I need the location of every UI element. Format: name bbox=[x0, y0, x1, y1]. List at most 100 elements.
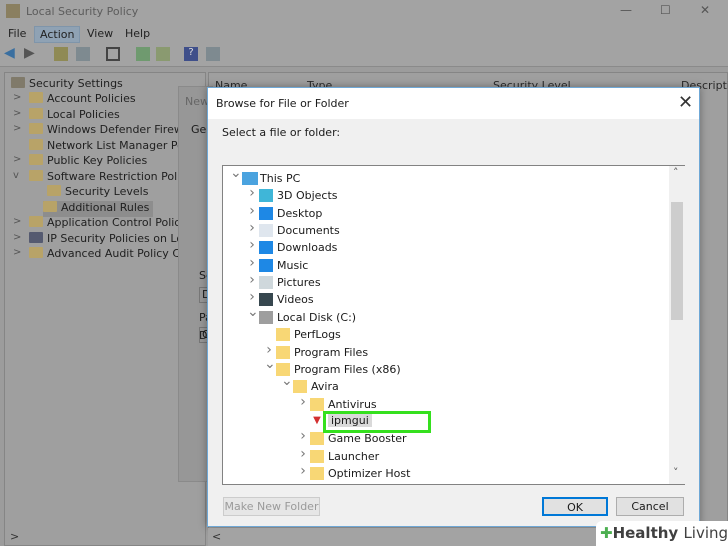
3d-objects-icon bbox=[259, 189, 273, 203]
tree-row[interactable]: › Music bbox=[223, 255, 668, 274]
tree-row[interactable]: ⌄ Local Disk (C:) bbox=[223, 304, 668, 326]
folder-tree[interactable]: ⌄ This PC › 3D Objects › Desktop › Documents › Do… bbox=[222, 165, 685, 485]
tree-item[interactable]: > IP Security Policies on Loca bbox=[9, 232, 196, 248]
tree-row-label: Program Files bbox=[294, 345, 369, 359]
scroll-right-icon[interactable]: > bbox=[10, 530, 19, 543]
tree-row-label: Optimizer Host bbox=[328, 466, 411, 480]
tree-row[interactable]: › Desktop bbox=[223, 203, 668, 222]
chevron-icon[interactable]: > bbox=[13, 92, 21, 103]
folder-icon bbox=[29, 247, 43, 258]
folder-icon bbox=[310, 432, 324, 446]
tree-row[interactable]: ▼ ipmgui bbox=[223, 413, 668, 430]
chevron-icon[interactable]: > bbox=[13, 216, 21, 227]
title-bar: Local Security Policy — ☐ ✕ bbox=[0, 0, 728, 23]
folder-icon bbox=[29, 123, 43, 134]
tree-row-label: Videos bbox=[277, 293, 314, 307]
folder-icon bbox=[29, 216, 43, 227]
chevron-icon[interactable]: v bbox=[13, 170, 19, 181]
window-title: Local Security Policy bbox=[26, 5, 139, 18]
back-icon[interactable]: ◀ bbox=[4, 45, 18, 61]
tree-item[interactable]: Security Levels bbox=[9, 185, 148, 201]
chevron-down-icon[interactable]: ⌄ bbox=[230, 165, 242, 181]
scroll-up-icon[interactable]: ˄ bbox=[673, 166, 679, 179]
tree-row[interactable]: › Antivirus bbox=[223, 394, 668, 413]
tree-row[interactable]: › Videos bbox=[223, 289, 668, 308]
chevron-icon[interactable]: > bbox=[13, 123, 21, 134]
menu-action[interactable]: Action bbox=[34, 26, 81, 43]
folder-icon bbox=[310, 397, 324, 411]
tree-item[interactable]: > Account Policies bbox=[9, 92, 136, 108]
help-icon[interactable]: ? bbox=[184, 47, 198, 61]
refresh-icon[interactable] bbox=[136, 47, 150, 61]
tree-row-label: Documents bbox=[277, 224, 340, 238]
chevron-right-icon[interactable]: › bbox=[298, 463, 308, 479]
tree-row[interactable]: ⌄ This PC bbox=[223, 165, 668, 187]
tree-row[interactable]: › Program Files bbox=[223, 342, 668, 361]
tree-row[interactable]: › Documents bbox=[223, 220, 668, 239]
make-new-folder-button: Make New Folder bbox=[223, 497, 320, 516]
menu-file[interactable]: File bbox=[3, 26, 31, 41]
scroll-down-icon[interactable]: ˅ bbox=[673, 466, 679, 479]
toolbar: ◀ ▶ ? bbox=[0, 43, 728, 67]
tree-row[interactable]: › Launcher bbox=[223, 446, 668, 465]
scrollbar-thumb[interactable] bbox=[671, 202, 683, 320]
chevron-right-icon[interactable]: › bbox=[247, 220, 257, 236]
chevron-right-icon[interactable]: › bbox=[247, 203, 257, 219]
show-hide-tree-icon[interactable] bbox=[76, 47, 90, 61]
menu-help[interactable]: Help bbox=[120, 26, 155, 41]
tree-item[interactable]: > Advanced Audit Policy Con bbox=[9, 247, 194, 263]
watermark-logo: ✚Healthy Living bbox=[596, 521, 728, 546]
chevron-down-icon[interactable]: ⌄ bbox=[264, 356, 276, 372]
tree-item[interactable]: > Windows Defender Firewall bbox=[9, 123, 196, 139]
chevron-right-icon[interactable]: › bbox=[298, 428, 308, 444]
close-icon[interactable]: ✕ bbox=[678, 92, 693, 113]
chevron-right-icon[interactable]: › bbox=[298, 446, 308, 462]
tree-row[interactable]: ⌄ Avira bbox=[223, 373, 668, 395]
chevron-icon[interactable]: > bbox=[13, 232, 21, 243]
close-window-button[interactable]: ✕ bbox=[700, 3, 710, 17]
scroll-left-icon[interactable]: < bbox=[212, 530, 221, 543]
action-pane-icon[interactable] bbox=[206, 47, 220, 61]
tree-row[interactable]: › 3D Objects bbox=[223, 185, 668, 204]
tree-row-label: PerfLogs bbox=[294, 328, 341, 342]
menu-bar: File Action View Help bbox=[0, 23, 728, 43]
properties-icon[interactable] bbox=[106, 47, 120, 61]
forward-icon[interactable]: ▶ bbox=[24, 45, 38, 61]
tree-item-selected[interactable]: Additional Rules bbox=[43, 201, 154, 217]
cancel-button[interactable]: Cancel bbox=[616, 497, 684, 516]
tree-row[interactable]: › Optimizer Host bbox=[223, 463, 668, 482]
chevron-down-icon[interactable]: ⌄ bbox=[247, 304, 259, 320]
maximize-button[interactable]: ☐ bbox=[660, 3, 671, 17]
tree-item-security-settings[interactable]: Security Settings bbox=[11, 77, 123, 93]
tree-row[interactable]: PerfLogs bbox=[223, 326, 668, 343]
documents-icon bbox=[259, 224, 273, 238]
tree-row[interactable]: › Downloads bbox=[223, 237, 668, 256]
chevron-right-icon[interactable]: › bbox=[247, 237, 257, 253]
chevron-icon[interactable]: > bbox=[13, 247, 21, 258]
new-dialog-title: New bbox=[185, 95, 209, 108]
chevron-right-icon[interactable]: › bbox=[247, 255, 257, 271]
ip-security-icon bbox=[29, 232, 43, 243]
tree-row[interactable]: › Pictures bbox=[223, 272, 668, 291]
pc-icon bbox=[242, 172, 258, 185]
tree-row-label: Game Booster bbox=[328, 432, 407, 446]
up-folder-icon[interactable] bbox=[54, 47, 68, 61]
minimize-button[interactable]: — bbox=[620, 3, 632, 17]
folder-icon bbox=[47, 185, 61, 196]
ok-button[interactable]: OK bbox=[542, 497, 608, 516]
tree-item[interactable]: Network List Manager Polic bbox=[9, 139, 196, 155]
chevron-right-icon[interactable]: › bbox=[247, 272, 257, 288]
chevron-right-icon[interactable]: › bbox=[247, 185, 257, 201]
tree-item[interactable]: v Software Restriction Policie bbox=[9, 170, 196, 186]
chevron-right-icon[interactable]: › bbox=[298, 394, 308, 410]
tree-item[interactable]: > Local Policies bbox=[9, 108, 120, 124]
folder-icon bbox=[310, 449, 324, 463]
chevron-icon[interactable]: > bbox=[13, 108, 21, 119]
tree-row[interactable]: › Game Booster bbox=[223, 428, 668, 447]
chevron-down-icon[interactable]: ⌄ bbox=[281, 373, 293, 389]
menu-view[interactable]: View bbox=[82, 26, 118, 41]
chevron-icon[interactable]: > bbox=[13, 154, 21, 165]
tree-item[interactable]: > Public Key Policies bbox=[9, 154, 147, 170]
tree-item[interactable]: > Application Control Policie bbox=[9, 216, 190, 232]
export-list-icon[interactable] bbox=[156, 47, 170, 61]
